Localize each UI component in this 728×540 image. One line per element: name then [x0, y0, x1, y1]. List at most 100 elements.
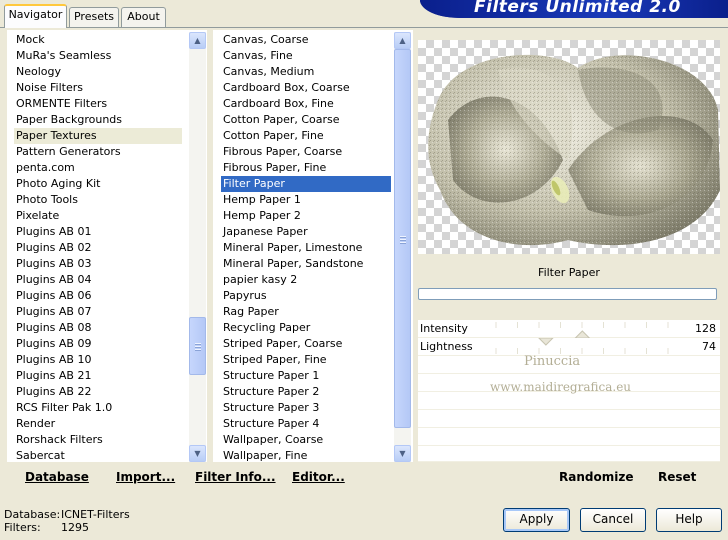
- category-list-item[interactable]: MuRa's Seamless: [14, 48, 182, 64]
- current-filter-name: Filter Paper: [538, 266, 600, 279]
- filter-list-item[interactable]: Cotton Paper, Coarse: [221, 112, 391, 128]
- slider-thumb[interactable]: [538, 338, 554, 346]
- filter-list-item[interactable]: Fibrous Paper, Fine: [221, 160, 391, 176]
- filter-list-item[interactable]: Mineral Paper, Sandstone: [221, 256, 391, 272]
- category-list-item[interactable]: Plugins AB 22: [14, 384, 182, 400]
- category-panel: Mock MuRa's Seamless Neology Noise Filters O…: [7, 30, 207, 462]
- category-list-item[interactable]: Mock: [14, 32, 182, 48]
- filter-list-item[interactable]: Striped Paper, Coarse: [221, 336, 391, 352]
- category-list-item[interactable]: Plugins AB 06: [14, 288, 182, 304]
- filter-list-item[interactable]: Recycling Paper: [221, 320, 391, 336]
- category-scroll-down-button[interactable]: ▼: [189, 445, 206, 462]
- grip-line: [400, 236, 406, 237]
- filter-list-item[interactable]: Mineral Paper, Limestone: [221, 240, 391, 256]
- chevron-down-icon: ▼: [399, 449, 406, 458]
- tab-about[interactable]: About: [121, 7, 166, 27]
- category-list-item[interactable]: Noise Filters: [14, 80, 182, 96]
- filter-list-item[interactable]: Structure Paper 1: [221, 368, 391, 384]
- category-list-item[interactable]: Pattern Generators: [14, 144, 182, 160]
- filter-list-item[interactable]: papier kasy 2: [221, 272, 391, 288]
- filter-list-item[interactable]: Cardboard Box, Fine: [221, 96, 391, 112]
- category-list-item[interactable]: Render: [14, 416, 182, 432]
- editor-button[interactable]: Editor...: [292, 470, 345, 484]
- flower-preview-graphic: [428, 54, 720, 246]
- randomize-button[interactable]: Randomize: [559, 470, 633, 484]
- slider-thumb[interactable]: [574, 330, 591, 338]
- cancel-button[interactable]: Cancel: [580, 508, 646, 532]
- reset-button[interactable]: Reset: [658, 470, 696, 484]
- category-list-item[interactable]: Plugins AB 08: [14, 320, 182, 336]
- category-list-item[interactable]: Plugins AB 09: [14, 336, 182, 352]
- param-row-empty: www.maidiregrafica.eu: [418, 380, 720, 410]
- filter-list-item[interactable]: Wallpaper, Coarse: [221, 432, 391, 448]
- filters-count-value: 1295: [61, 521, 89, 534]
- category-list-item[interactable]: Neology: [14, 64, 182, 80]
- filter-list-item[interactable]: Rag Paper: [221, 304, 391, 320]
- param-row-empty: Pinuccia: [418, 354, 720, 374]
- help-button[interactable]: Help: [656, 508, 722, 532]
- category-scrollbar[interactable]: ▲ ▼: [189, 32, 206, 462]
- category-list-item[interactable]: Rorshack Filters: [14, 432, 182, 448]
- chevron-up-icon: ▲: [194, 36, 201, 45]
- category-list-item[interactable]: penta.com: [14, 160, 182, 176]
- category-list-item[interactable]: ORMENTE Filters: [14, 96, 182, 112]
- category-list-item[interactable]: Paper Backgrounds: [14, 112, 182, 128]
- filter-panel: Canvas, Coarse Canvas, Fine Canvas, Medium…: [213, 30, 413, 462]
- filter-list-item[interactable]: Structure Paper 2: [221, 384, 391, 400]
- filter-list: Canvas, Coarse Canvas, Fine Canvas, Medium…: [221, 32, 391, 464]
- database-status-value: ICNET-Filters: [61, 508, 130, 521]
- filter-list-item[interactable]: Cotton Paper, Fine: [221, 128, 391, 144]
- filter-scroll-down-button[interactable]: ▼: [394, 445, 411, 462]
- database-button[interactable]: Database: [25, 470, 89, 484]
- category-list-item[interactable]: Plugins AB 10: [14, 352, 182, 368]
- category-scroll-thumb[interactable]: [189, 317, 206, 375]
- filter-list-item[interactable]: Fibrous Paper, Coarse: [221, 144, 391, 160]
- filter-list-item[interactable]: Structure Paper 4: [221, 416, 391, 432]
- filter-scrollbar[interactable]: ▲ ▼: [394, 32, 411, 462]
- filter-list-item[interactable]: Cardboard Box, Coarse: [221, 80, 391, 96]
- filter-list-item[interactable]: Papyrus: [221, 288, 391, 304]
- progress-bar: [418, 288, 717, 300]
- filter-list-item[interactable]: Hemp Paper 1: [221, 192, 391, 208]
- category-list-item[interactable]: Paper Textures: [14, 128, 182, 144]
- filter-list-item[interactable]: Hemp Paper 2: [221, 208, 391, 224]
- category-list-item[interactable]: RCS Filter Pak 1.0: [14, 400, 182, 416]
- tab-navigator[interactable]: Navigator: [4, 4, 67, 28]
- grip-line: [400, 239, 406, 240]
- filter-list-item[interactable]: Canvas, Medium: [221, 64, 391, 80]
- param-slider-track[interactable]: [418, 320, 720, 338]
- filter-list-item[interactable]: Canvas, Fine: [221, 48, 391, 64]
- grip-line: [400, 242, 406, 243]
- apply-button[interactable]: Apply: [503, 508, 570, 532]
- param-row-intensity[interactable]: Intensity 128: [418, 320, 720, 338]
- filter-list-item[interactable]: Canvas, Coarse: [221, 32, 391, 48]
- tab-row-border: [0, 27, 728, 28]
- category-list-item[interactable]: Plugins AB 21: [14, 368, 182, 384]
- filter-info-button[interactable]: Filter Info...: [195, 470, 276, 484]
- grip-line: [195, 346, 201, 347]
- grip-line: [195, 343, 201, 344]
- category-list-item[interactable]: Plugins AB 04: [14, 272, 182, 288]
- category-list-item[interactable]: Pixelate: [14, 208, 182, 224]
- category-list-item[interactable]: Photo Aging Kit: [14, 176, 182, 192]
- filter-list-item[interactable]: Striped Paper, Fine: [221, 352, 391, 368]
- import-button[interactable]: Import...: [116, 470, 175, 484]
- chevron-up-icon: ▲: [399, 36, 406, 45]
- category-scroll-up-button[interactable]: ▲: [189, 32, 206, 49]
- category-list-item[interactable]: Plugins AB 01: [14, 224, 182, 240]
- navigator-toolbar: Database Import... Filter Info... Editor…: [7, 462, 411, 490]
- category-list-item[interactable]: Photo Tools: [14, 192, 182, 208]
- filter-list-item[interactable]: Structure Paper 3: [221, 400, 391, 416]
- tab-presets[interactable]: Presets: [69, 7, 119, 27]
- category-list-item[interactable]: Plugins AB 03: [14, 256, 182, 272]
- grip-line: [195, 349, 201, 350]
- param-row-empty: [418, 428, 720, 446]
- category-list-item[interactable]: Plugins AB 02: [14, 240, 182, 256]
- filter-list-item[interactable]: Japanese Paper: [221, 224, 391, 240]
- category-list-item[interactable]: Plugins AB 07: [14, 304, 182, 320]
- filter-scroll-thumb[interactable]: [394, 49, 411, 428]
- category-list: Mock MuRa's Seamless Neology Noise Filters O…: [14, 32, 182, 464]
- filters-count-label: Filters:: [4, 521, 41, 534]
- filter-scroll-up-button[interactable]: ▲: [394, 32, 411, 49]
- filter-list-item[interactable]: Filter Paper: [221, 176, 391, 192]
